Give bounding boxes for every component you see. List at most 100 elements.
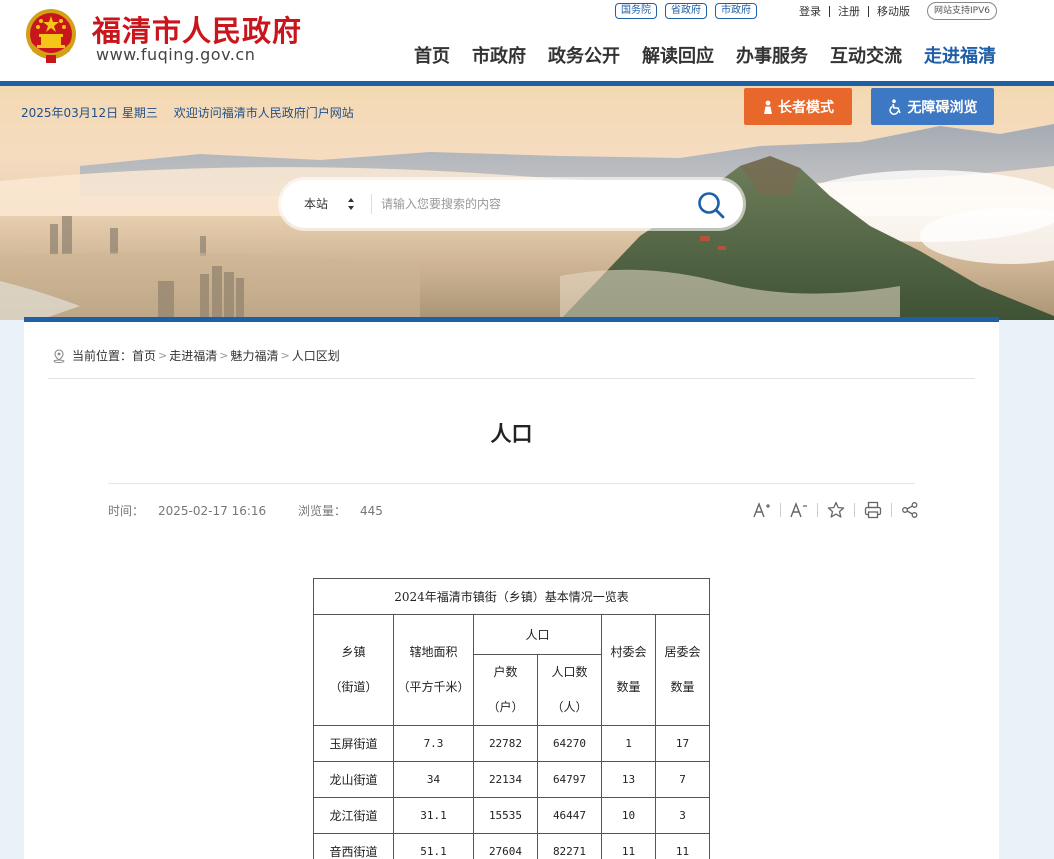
- publish-time: 2025-02-17 16:16: [158, 504, 267, 518]
- elder-mode-label: 长者模式: [778, 99, 834, 116]
- nav-interaction[interactable]: 互动交流: [830, 42, 902, 68]
- article-meta: 时间： 2025-02-17 16:16 浏览量： 445: [108, 502, 411, 519]
- divider: [108, 483, 915, 484]
- nav-home[interactable]: 首页: [414, 42, 450, 68]
- print-icon[interactable]: [861, 498, 885, 522]
- cell-area: 51.1: [393, 833, 474, 859]
- cell-area: 31.1: [393, 797, 474, 834]
- cell-town: 龙江街道: [313, 797, 394, 834]
- location-pin-icon: [53, 348, 65, 363]
- views-label: 浏览量：: [297, 504, 346, 518]
- table-row: 音西街道 51.1 27604 82271 11 11: [313, 833, 710, 859]
- cell-resident-committees: 7: [655, 761, 710, 798]
- search-scope-select[interactable]: 本站: [304, 180, 328, 228]
- cell-village-committees: 1: [601, 725, 656, 762]
- cell-households: 15535: [473, 797, 538, 834]
- cell-town: 龙山街道: [313, 761, 394, 798]
- wheelchair-icon: [888, 98, 901, 115]
- divider: [868, 5, 869, 17]
- header-village-committees: 村委会 数量: [601, 614, 656, 726]
- header-population-group: 人口: [473, 614, 602, 655]
- search-icon[interactable]: [696, 190, 726, 220]
- table-caption: 2024年福清市镇街（乡镇）基本情况一览表: [313, 578, 710, 615]
- cell-resident-committees: 11: [655, 833, 710, 859]
- divider: [817, 503, 818, 517]
- nav-city-government[interactable]: 市政府: [472, 42, 526, 68]
- view-count: 445: [360, 504, 383, 518]
- up-down-arrow-icon[interactable]: [347, 197, 355, 211]
- gov-links: 国务院 省政府 市政府: [615, 3, 757, 19]
- divider: [48, 378, 975, 379]
- cell-households: 22782: [473, 725, 538, 762]
- cell-town: 玉屏街道: [313, 725, 394, 762]
- header-town: 乡镇 （街道）: [313, 614, 394, 726]
- cell-persons: 46447: [537, 797, 602, 834]
- font-smaller-icon[interactable]: [787, 498, 811, 522]
- breadcrumb-separator: >: [158, 349, 168, 362]
- accessibility-label: 无障碍浏览: [907, 99, 978, 116]
- site-name[interactable]: 福清市人民政府: [92, 8, 302, 50]
- breadcrumb-separator: >: [280, 349, 290, 362]
- national-emblem-icon[interactable]: [24, 7, 78, 65]
- nav-services[interactable]: 办事服务: [736, 42, 808, 68]
- font-larger-icon[interactable]: [750, 498, 774, 522]
- site-header: 福清市人民政府 www.fuqing.gov.cn 国务院 省政府 市政府 登录…: [0, 0, 1054, 82]
- breadcrumb-home[interactable]: 首页: [132, 347, 156, 364]
- search-box: 本站: [281, 180, 743, 228]
- favorite-star-icon[interactable]: [824, 498, 848, 522]
- gov-link-city[interactable]: 市政府: [715, 3, 757, 19]
- header-households: 户数 （户）: [473, 654, 538, 726]
- welcome-text: 欢迎访问福清市人民政府门户网站: [173, 106, 354, 120]
- breadcrumb-charm-fuqing[interactable]: 魅力福清: [230, 347, 278, 364]
- article-tools: [750, 498, 922, 522]
- cell-village-committees: 13: [601, 761, 656, 798]
- register-link[interactable]: 注册: [838, 3, 860, 19]
- gov-link-state-council[interactable]: 国务院: [615, 3, 657, 19]
- cell-area: 7.3: [393, 725, 474, 762]
- nav-government-affairs[interactable]: 政务公开: [548, 42, 620, 68]
- nav-interpretation[interactable]: 解读回应: [642, 42, 714, 68]
- person-icon: [764, 100, 772, 114]
- table-row: 龙山街道 34 22134 64797 13 7: [313, 761, 710, 798]
- breadcrumb-population-division[interactable]: 人口区划: [292, 347, 340, 364]
- divider: [891, 503, 892, 517]
- table-row: 龙江街道 31.1 15535 46447 10 3: [313, 797, 710, 834]
- breadcrumb-prefix: 当前位置：: [72, 349, 133, 363]
- time-label: 时间：: [108, 504, 145, 518]
- cell-village-committees: 11: [601, 833, 656, 859]
- date-welcome-line: 2025年03月12日 星期三 欢迎访问福清市人民政府门户网站: [21, 104, 366, 121]
- mobile-version-link[interactable]: 移动版: [877, 3, 910, 19]
- divider: [829, 5, 830, 17]
- cell-persons: 64270: [537, 725, 602, 762]
- elder-mode-button[interactable]: 长者模式: [744, 88, 852, 125]
- user-links: 登录 注册 移动版: [799, 3, 910, 19]
- population-table: 2024年福清市镇街（乡镇）基本情况一览表 乡镇 （街道） 辖地面积 （平方千米…: [313, 578, 710, 859]
- ipv6-badge: 网站支持IPV6: [927, 2, 997, 20]
- breadcrumb-about-fuqing[interactable]: 走进福清: [169, 347, 217, 364]
- login-link[interactable]: 登录: [799, 3, 821, 19]
- current-date: 2025年03月12日 星期三: [21, 106, 158, 120]
- cell-resident-committees: 3: [655, 797, 710, 834]
- header-persons: 人口数 （人）: [537, 654, 602, 726]
- breadcrumb: 当前位置： 首页 > 走进福清 > 魅力福清 > 人口区划: [52, 347, 340, 364]
- breadcrumb-separator: >: [219, 349, 229, 362]
- cell-households: 27604: [473, 833, 538, 859]
- divider: [371, 194, 372, 214]
- share-icon[interactable]: [898, 498, 922, 522]
- nav-about-fuqing[interactable]: 走进福清: [924, 42, 996, 68]
- cell-village-committees: 10: [601, 797, 656, 834]
- accessibility-button[interactable]: 无障碍浏览: [871, 88, 994, 125]
- cell-town: 音西街道: [313, 833, 394, 859]
- cell-persons: 64797: [537, 761, 602, 798]
- cell-households: 22134: [473, 761, 538, 798]
- search-input[interactable]: [381, 192, 681, 216]
- cell-persons: 82271: [537, 833, 602, 859]
- divider: [854, 503, 855, 517]
- main-nav: 首页 市政府 政务公开 解读回应 办事服务 互动交流 走进福清: [414, 42, 996, 68]
- cell-area: 34: [393, 761, 474, 798]
- header-resident-committees: 居委会 数量: [655, 614, 710, 726]
- divider: [780, 503, 781, 517]
- header-area: 辖地面积 （平方千米）: [393, 614, 474, 726]
- article-title: 人口: [490, 422, 533, 446]
- gov-link-province[interactable]: 省政府: [665, 3, 707, 19]
